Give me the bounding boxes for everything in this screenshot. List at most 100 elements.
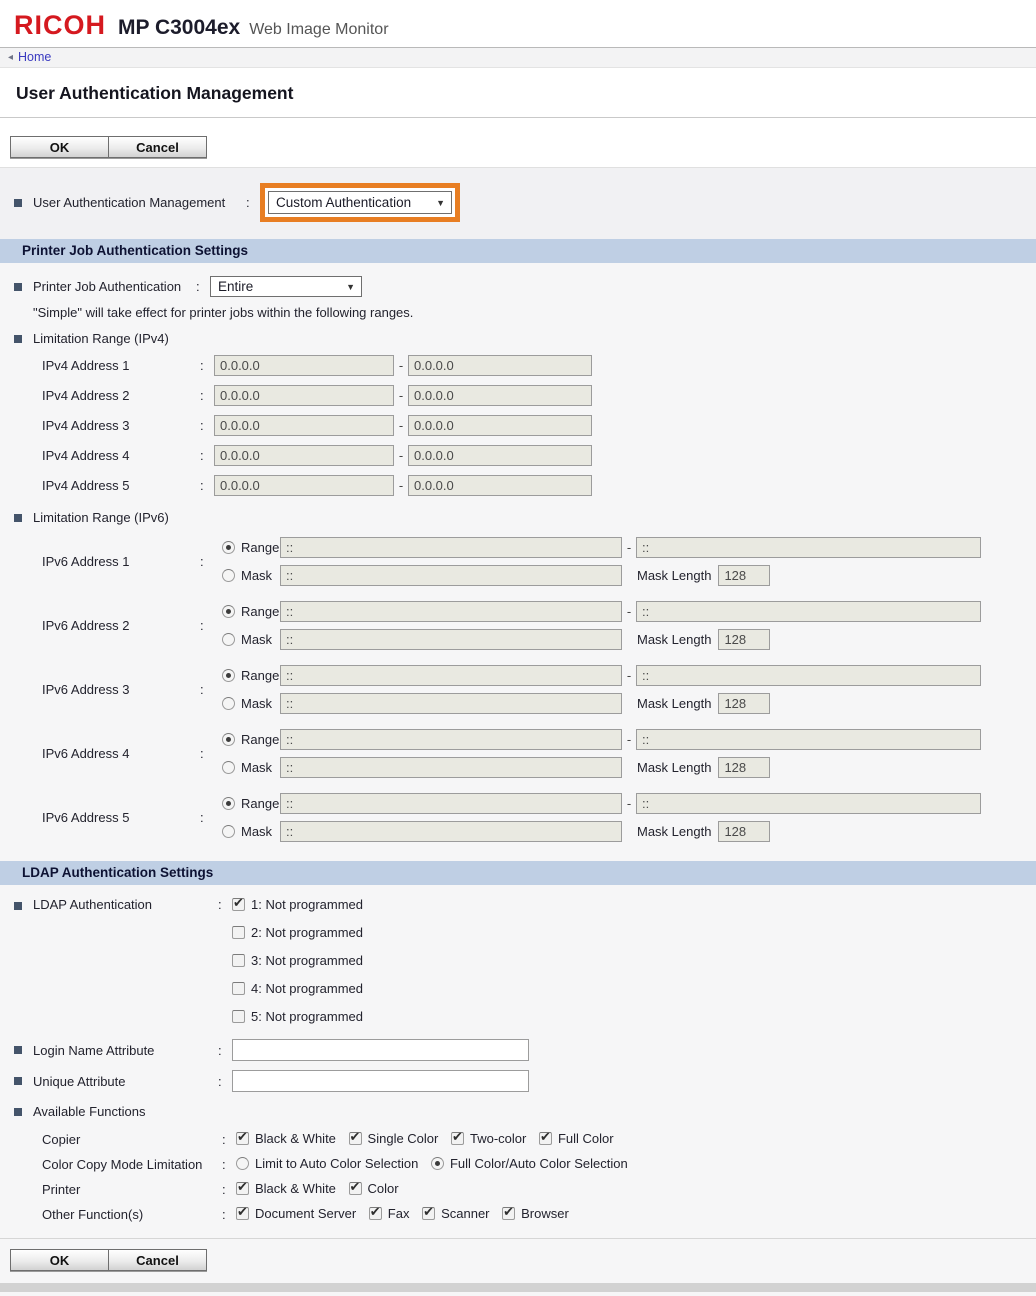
cancel-button-top[interactable]: Cancel [108, 136, 207, 158]
ipv6-range-from-input[interactable] [280, 665, 622, 686]
ipv4-address-label: IPv4 Address 4 [42, 448, 200, 463]
ipv6-range-to-input[interactable] [636, 601, 981, 622]
ipv4-from-input[interactable] [214, 445, 394, 466]
mask-length-input[interactable] [718, 757, 770, 778]
ipv6-range-from-input[interactable] [280, 793, 622, 814]
unique-attr-input[interactable] [232, 1070, 529, 1092]
top-button-row: OK Cancel [10, 136, 1036, 158]
ipv6-address-label: IPv6 Address 2 [42, 618, 200, 633]
ipv6-range-radio[interactable] [222, 797, 235, 810]
ipv6-range-from-input[interactable] [280, 537, 622, 558]
ipv6-mask-radio[interactable] [222, 825, 235, 838]
copier-option-label: Two-color [470, 1131, 526, 1146]
copier-checkbox[interactable] [539, 1132, 552, 1145]
ipv6-mask-radio[interactable] [222, 569, 235, 582]
ipv4-from-input[interactable] [214, 415, 394, 436]
ipv4-to-input[interactable] [408, 355, 592, 376]
ipv4-to-input[interactable] [408, 445, 592, 466]
printer-checkbox[interactable] [236, 1182, 249, 1195]
ipv6-range-radio[interactable] [222, 669, 235, 682]
ipv4-to-input[interactable] [408, 385, 592, 406]
color-copy-mode-label: Color Copy Mode Limitation [42, 1157, 222, 1172]
range-radio-label: Range [241, 796, 279, 811]
ipv4-address-row: IPv4 Address 5 : - [42, 475, 1036, 496]
printer-option-label: Color [368, 1181, 399, 1196]
ipv6-mask-radio[interactable] [222, 761, 235, 774]
ipv6-range-radio[interactable] [222, 733, 235, 746]
user-auth-select[interactable]: Custom Authentication ▼ [268, 191, 452, 214]
copier-checkbox[interactable] [236, 1132, 249, 1145]
login-name-attr-input[interactable] [232, 1039, 529, 1061]
other-function-checkbox[interactable] [502, 1207, 515, 1220]
ipv4-to-input[interactable] [408, 475, 592, 496]
printer-checkbox[interactable] [349, 1182, 362, 1195]
ipv6-mask-input[interactable] [280, 565, 622, 586]
range-radio-label: Range [241, 668, 279, 683]
ipv6-mask-radio[interactable] [222, 633, 235, 646]
mask-length-input[interactable] [718, 693, 770, 714]
ldap-auth-checkbox[interactable] [232, 898, 245, 911]
ipv6-range-to-input[interactable] [636, 793, 981, 814]
ok-button-bottom[interactable]: OK [10, 1249, 109, 1271]
ipv6-mask-radio[interactable] [222, 697, 235, 710]
other-function-checkbox[interactable] [236, 1207, 249, 1220]
ldap-auth-option-label: 5: Not programmed [251, 1009, 363, 1024]
mask-length-input[interactable] [718, 821, 770, 842]
ok-button-top[interactable]: OK [10, 136, 109, 158]
ipv6-range-radio[interactable] [222, 605, 235, 618]
copier-label: Copier [42, 1132, 222, 1147]
ipv6-address-label: IPv6 Address 4 [42, 746, 200, 761]
mask-length-input[interactable] [718, 565, 770, 586]
page-title: User Authentication Management [16, 83, 1036, 104]
bullet-icon [14, 1108, 22, 1116]
ldap-auth-checkbox[interactable] [232, 954, 245, 967]
ipv6-range-from-input[interactable] [280, 729, 622, 750]
other-function-checkbox[interactable] [422, 1207, 435, 1220]
color-copy-mode-radio[interactable] [236, 1157, 249, 1170]
copier-checkbox[interactable] [451, 1132, 464, 1145]
ipv6-range-to-input[interactable] [636, 537, 981, 558]
color-copy-mode-radio[interactable] [431, 1157, 444, 1170]
ldap-auth-checkbox[interactable] [232, 1010, 245, 1023]
cancel-button-bottom[interactable]: Cancel [108, 1249, 207, 1271]
ipv4-from-input[interactable] [214, 475, 394, 496]
section-printer-job-auth: Printer Job Authentication Settings [0, 239, 1036, 263]
mask-radio-label: Mask [241, 568, 272, 583]
printer-options: Black & White Color [236, 1181, 408, 1198]
mask-length-input[interactable] [718, 629, 770, 650]
ipv6-address-block: IPv6 Address 4 : Range - [0, 729, 1036, 778]
mask-length-label: Mask Length [637, 568, 711, 583]
ipv4-to-input[interactable] [408, 415, 592, 436]
other-function-checkbox[interactable] [369, 1207, 382, 1220]
ldap-auth-checkbox[interactable] [232, 926, 245, 939]
ipv6-address-label: IPv6 Address 5 [42, 810, 200, 825]
ipv6-range-radio[interactable] [222, 541, 235, 554]
ipv4-rows: IPv4 Address 1 : - IPv4 Address 2 : - IP… [0, 355, 1036, 496]
printer-job-auth-select[interactable]: Entire ▼ [210, 276, 362, 297]
ipv6-mask-input[interactable] [280, 757, 622, 778]
color-copy-mode-option-label: Limit to Auto Color Selection [255, 1156, 418, 1171]
copier-checkbox[interactable] [349, 1132, 362, 1145]
other-function-option-label: Scanner [441, 1206, 489, 1221]
ldap-auth-checkbox[interactable] [232, 982, 245, 995]
bullet-icon [14, 1077, 22, 1085]
ldap-auth-label: LDAP Authentication [33, 897, 218, 912]
breadcrumb-home-link[interactable]: Home [18, 50, 51, 64]
ipv4-from-input[interactable] [214, 385, 394, 406]
copier-option-label: Full Color [558, 1131, 614, 1146]
ipv6-range-to-input[interactable] [636, 729, 981, 750]
range-radio-label: Range [241, 604, 279, 619]
ricoh-logo: RICOH [14, 10, 106, 41]
color-copy-mode-option-label: Full Color/Auto Color Selection [450, 1156, 628, 1171]
chevron-down-icon: ▼ [346, 282, 355, 292]
ipv4-from-input[interactable] [214, 355, 394, 376]
ipv6-range-to-input[interactable] [636, 665, 981, 686]
ipv6-mask-input[interactable] [280, 629, 622, 650]
ipv6-range-from-input[interactable] [280, 601, 622, 622]
bullet-icon [14, 283, 22, 291]
ipv6-address-label: IPv6 Address 1 [42, 554, 200, 569]
device-model: MP C3004ex [118, 16, 240, 40]
range-radio-label: Range [241, 540, 279, 555]
ipv6-mask-input[interactable] [280, 693, 622, 714]
ipv6-mask-input[interactable] [280, 821, 622, 842]
